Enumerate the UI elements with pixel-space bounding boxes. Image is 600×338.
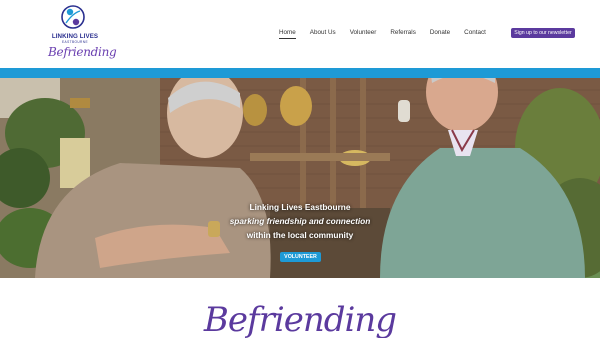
logo-subtitle: EASTBOURNE xyxy=(62,40,88,44)
accent-band xyxy=(0,68,600,78)
newsletter-signup-button[interactable]: Sign up to our newsletter xyxy=(511,28,575,38)
logo-title: LINKING LIVES xyxy=(51,33,99,40)
nav-item-donate[interactable]: Donate xyxy=(430,29,450,39)
site-header: LINKING LIVES EASTBOURNE Befriending Hom… xyxy=(0,0,600,68)
hero-headline: Linking Lives Eastbourne xyxy=(249,202,351,212)
site-logo[interactable]: LINKING LIVES EASTBOURNE Befriending xyxy=(44,3,117,65)
hero-subline: within the local community xyxy=(246,230,354,240)
section-title: Befriending xyxy=(203,300,397,338)
volunteer-button[interactable]: VOLUNTEER xyxy=(280,252,321,262)
nav-item-about-us[interactable]: About Us xyxy=(310,29,336,39)
nav-item-volunteer[interactable]: Volunteer xyxy=(350,29,377,39)
hero-banner: Linking Lives Eastbourne sparking friend… xyxy=(0,78,600,278)
nav-item-home[interactable]: Home xyxy=(279,29,296,39)
hero-photo xyxy=(0,78,600,278)
main-nav: Home About Us Volunteer Referrals Donate… xyxy=(279,29,500,39)
hero-tagline: sparking friendship and connection xyxy=(229,216,371,226)
nav-item-contact[interactable]: Contact xyxy=(464,29,486,39)
linking-lives-logo-icon xyxy=(61,5,85,29)
nav-item-referrals[interactable]: Referrals xyxy=(390,29,416,39)
logo-script: Befriending xyxy=(48,45,117,59)
